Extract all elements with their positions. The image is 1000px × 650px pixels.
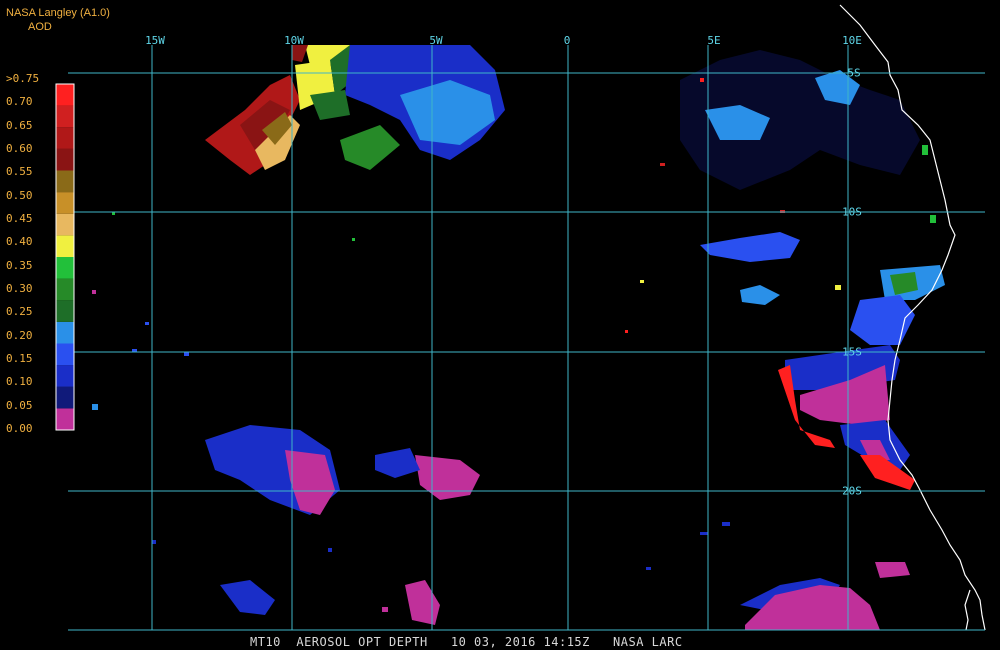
aod-patch-s-blue-west	[220, 580, 275, 615]
legend-color-bar	[55, 83, 75, 431]
legend-tick-label: 0.65	[6, 118, 33, 132]
legend-swatch	[56, 213, 74, 236]
aod-pixel	[625, 330, 628, 333]
aod-pixel	[930, 215, 936, 223]
provider-label: NASA Langley (A1.0)	[6, 7, 110, 19]
legend-tick-label: 0.45	[6, 212, 33, 225]
aod-imagery	[92, 45, 945, 630]
lon-label-15w: 15W	[145, 34, 165, 47]
legend-tick-label: >0.75	[6, 72, 40, 85]
legend-tick-label: 0.00	[6, 422, 33, 435]
aod-pixel	[184, 352, 189, 356]
legend-swatch	[56, 408, 74, 430]
legend-tick-label: 0.55	[6, 165, 33, 179]
aod-map-canvas	[55, 4, 986, 631]
legend-swatch	[56, 148, 74, 171]
legend-tick-label: 0.25	[6, 305, 33, 319]
legend-tick-label: 0.15	[6, 352, 33, 365]
lon-label-5e: 5E	[707, 34, 721, 47]
aod-pixel	[145, 322, 149, 325]
lon-label-5w: 5W	[429, 34, 443, 47]
aod-patch-c-blue-scatter	[375, 448, 420, 478]
legend-swatch	[56, 105, 74, 128]
legend-tick-label: 0.05	[6, 398, 33, 412]
aod-pixel	[92, 290, 96, 294]
legend-swatch	[56, 321, 74, 344]
aod-pixel	[646, 567, 651, 570]
legend-swatch	[56, 170, 74, 193]
aod-pixel	[835, 285, 841, 290]
legend-swatch	[56, 127, 74, 149]
legend-tick-label: 0.40	[6, 235, 33, 249]
lat-label-20s: 20S	[842, 484, 862, 498]
legend-swatch	[56, 257, 74, 279]
aod-pixel	[660, 163, 665, 166]
legend-swatch	[56, 343, 74, 366]
lon-label-10w: 10W	[284, 34, 304, 47]
aod-pixel	[328, 548, 332, 552]
lon-label-10e: 10E	[842, 34, 862, 47]
legend-swatch	[56, 300, 74, 322]
aod-patch-s-magenta-small	[875, 562, 910, 578]
aod-pixel	[700, 78, 704, 82]
aod-patch-s-magenta-center	[405, 580, 440, 625]
aod-patch-east-lightblue-band	[740, 285, 780, 305]
legend-tick-label: 0.20	[6, 328, 33, 342]
product-caption: MT10 AEROSOL OPT DEPTH 10 03, 2016 14:15…	[250, 635, 683, 649]
aod-pixel	[922, 145, 928, 155]
aod-pixel	[722, 522, 730, 526]
lon-label-0: 0	[563, 34, 571, 47]
aod-patch-green-scatter-2	[310, 90, 350, 120]
legend-tick-label: 0.35	[6, 258, 33, 272]
units-label: AOD	[28, 21, 52, 33]
aod-pixel	[352, 238, 355, 241]
aod-patch-darkred-top	[292, 45, 308, 62]
aod-patch-green-scatter	[340, 125, 400, 170]
aod-pixel	[92, 404, 98, 410]
legend-swatch	[56, 84, 74, 106]
aod-pixel	[640, 280, 644, 283]
aod-patch-c-magenta	[415, 455, 480, 500]
aod-patch-coast-blue	[850, 295, 915, 345]
coastline-tail	[964, 589, 971, 631]
satellite-map-viewer: NASA Langley (A1.0) AOD 15W 10W 5W 0 5E …	[0, 0, 1000, 650]
legend-tick-label: 0.70	[6, 95, 33, 109]
legend-swatch	[56, 235, 74, 257]
aod-patch-s-magenta-east	[745, 585, 880, 630]
aod-pixel	[382, 607, 388, 612]
legend-tick-label: 0.60	[6, 142, 33, 155]
lat-label-15s: 15S	[842, 345, 862, 359]
aod-patch-east-blue-band	[700, 232, 800, 262]
legend-tick-label: 0.50	[6, 188, 33, 202]
legend-swatch	[56, 365, 74, 387]
legend-swatch	[56, 386, 74, 409]
aod-pixel	[152, 540, 156, 544]
legend-tick-label: 0.30	[6, 282, 33, 295]
legend-swatch	[56, 192, 74, 214]
lat-label-5s: 5S	[847, 66, 861, 80]
legend-tick-label: 0.10	[6, 375, 33, 389]
lat-label-10s: 10S	[842, 205, 862, 219]
legend-swatch	[56, 278, 74, 301]
aod-pixel	[700, 532, 708, 535]
